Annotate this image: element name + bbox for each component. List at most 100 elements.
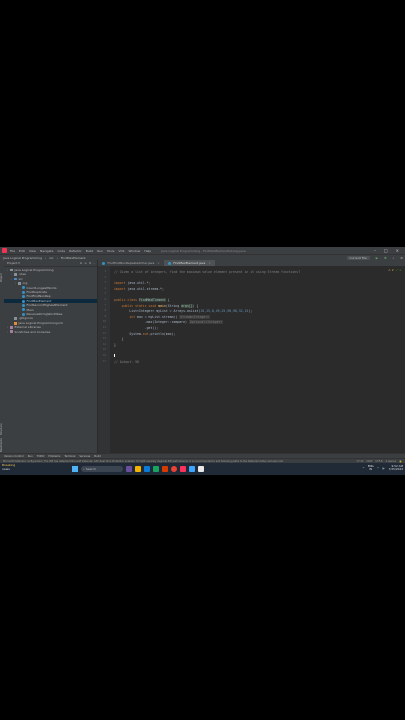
menu-build[interactable]: Build (86, 249, 94, 253)
menu-help[interactable]: Help (144, 249, 151, 253)
code-line[interactable]: } (114, 343, 116, 347)
code-token: max = myList.stream() (137, 314, 180, 319)
menu-code[interactable]: Code (57, 249, 65, 253)
gear-icon[interactable]: ⚙ (89, 261, 92, 265)
project-tree: › Java Logical Programming › .idea › src › org C… (4, 267, 97, 334)
code-token: asList (186, 309, 199, 314)
code-token: java.util.stream.*; (127, 286, 164, 291)
library-icon (10, 325, 13, 329)
file-explorer-icon[interactable] (135, 466, 141, 472)
java-class-icon (22, 295, 25, 299)
chrome-icon[interactable] (171, 466, 177, 472)
chevron-up-icon[interactable]: ^ (362, 466, 364, 470)
code-line[interactable]: System.out.println(max); (114, 332, 175, 336)
code-line[interactable]: .max(Integer::compare) Optional<Integer> (114, 320, 224, 325)
code-token: public static void (114, 303, 159, 308)
region-code: IN (369, 467, 373, 472)
project-panel-title[interactable]: Project (7, 261, 17, 265)
windows-start-icon[interactable] (72, 466, 78, 472)
line-number: 9 (104, 314, 106, 318)
menu-run[interactable]: Run (97, 249, 103, 253)
warning-count[interactable]: ⚠ 2 (388, 268, 394, 272)
code-token: { (165, 298, 170, 302)
line-number: 5 (104, 292, 106, 296)
line-number: 4 (104, 286, 106, 290)
code-line[interactable]: import java.util.*; (114, 281, 150, 285)
line-number: 13 (102, 337, 106, 341)
menu-window[interactable]: Window (128, 249, 140, 253)
minimize-icon[interactable]: – (374, 248, 376, 253)
collapse-all-icon[interactable]: ≡ (84, 261, 87, 265)
code-token: main (158, 303, 166, 308)
java-class-icon (22, 312, 25, 316)
code-line[interactable]: public class FindMaxElement { (114, 298, 170, 302)
code-token: ); (248, 309, 253, 314)
notepad-icon[interactable] (198, 466, 204, 472)
locate-icon[interactable]: ⊕ (80, 261, 83, 265)
line-number: 14 (102, 342, 106, 346)
menu-navigate[interactable]: Navigate (40, 249, 53, 253)
system-clock[interactable]: 9:52 AM 7/25/2024 (389, 464, 403, 472)
code-token: System. (114, 331, 143, 336)
menu-tools[interactable]: Tools (107, 249, 114, 253)
news-widget[interactable]: Breaking news (2, 463, 15, 471)
code-token: public class (114, 298, 139, 302)
project-panel-tools: ⊕ ≡ ⚙ – (80, 261, 95, 265)
ide-window: File Edit View Navigate Code Refactor Bu… (0, 247, 405, 475)
close-icon[interactable]: × (396, 248, 399, 253)
search-icon: ⌕ (83, 467, 85, 471)
menu-edit[interactable]: Edit (19, 249, 25, 253)
menu-view[interactable]: View (29, 249, 36, 253)
folder-icon (10, 268, 13, 272)
maximize-icon[interactable]: □ (384, 248, 388, 253)
menu-vcs[interactable]: VCS (118, 249, 124, 253)
office-icon[interactable] (162, 466, 168, 472)
keyboard-language[interactable]: ENG IN (368, 465, 374, 471)
code-line[interactable]: } (114, 337, 124, 341)
taskbar-apps: ⌕ Search (72, 465, 204, 473)
intellij-taskbar-icon[interactable] (180, 466, 186, 472)
java-class-icon (102, 261, 105, 265)
window-controls: – □ × (374, 248, 403, 253)
code-line[interactable]: .get(); (114, 326, 158, 330)
code-line[interactable]: List<Integer> myList = Arrays.asList(10,… (114, 309, 252, 313)
code-line[interactable] (114, 354, 115, 358)
windows-taskbar: Breaking news ⌕ Search ^ ENG IN ◠ 🔈 9:52… (0, 463, 405, 475)
library-icon (10, 330, 13, 334)
store-icon[interactable] (153, 466, 159, 472)
chevron-down-icon[interactable]: ▾ (18, 261, 20, 265)
folder-icon (14, 273, 17, 276)
code-token: // Given a list of integers, find the ma… (114, 270, 301, 274)
code-token: .max(Integer::compare) (114, 320, 189, 325)
java-class-icon (22, 290, 25, 294)
editor-scrollbar[interactable] (401, 266, 404, 453)
folder-icon (18, 282, 21, 285)
taskbar-search[interactable]: ⌕ Search (81, 466, 123, 472)
window-title: Java Logical Programming - FindMaxElemen… (161, 248, 246, 253)
code-token: ) { (192, 303, 199, 308)
edge-icon[interactable] (144, 466, 150, 472)
news-subtitle: news (2, 466, 10, 471)
code-line[interactable]: // Given a list of integers, find the ma… (114, 270, 300, 274)
wifi-icon[interactable]: ◠ (377, 466, 379, 470)
line-number: 6 (104, 298, 106, 301)
app-icon[interactable] (189, 466, 195, 472)
file-icon (14, 317, 17, 320)
java-class-icon (22, 308, 25, 312)
code-editor[interactable]: 1 2 3 4 5 6 7 8 9 10 11 12 13 14 15 16 17 // Given a lis… (98, 266, 405, 453)
task-view-icon[interactable] (126, 466, 132, 472)
menu-file[interactable]: File (10, 249, 15, 253)
tree-node[interactable]: › Scratches and Consoles (4, 330, 97, 334)
taskbar-search-label: Search (85, 467, 96, 471)
intellij-logo-icon (2, 248, 7, 253)
code-token: java.util.*; (127, 281, 151, 286)
menu-refactor[interactable]: Refactor (69, 249, 82, 253)
code-line[interactable]: public static void main(String args[]) { (114, 303, 199, 308)
code-line[interactable]: // Output: 98 (114, 360, 139, 364)
code-line[interactable]: import java.util.stream.*; (114, 287, 164, 291)
volume-icon[interactable]: 🔈 (382, 466, 385, 470)
line-gutter: 1 2 3 4 5 6 7 8 9 10 11 12 13 14 15 16 17 (98, 266, 110, 453)
code-line[interactable]: int max = myList.stream() Stream<Integer… (114, 314, 211, 319)
hide-icon[interactable]: – (94, 261, 96, 265)
code-token: args[] (181, 303, 193, 308)
